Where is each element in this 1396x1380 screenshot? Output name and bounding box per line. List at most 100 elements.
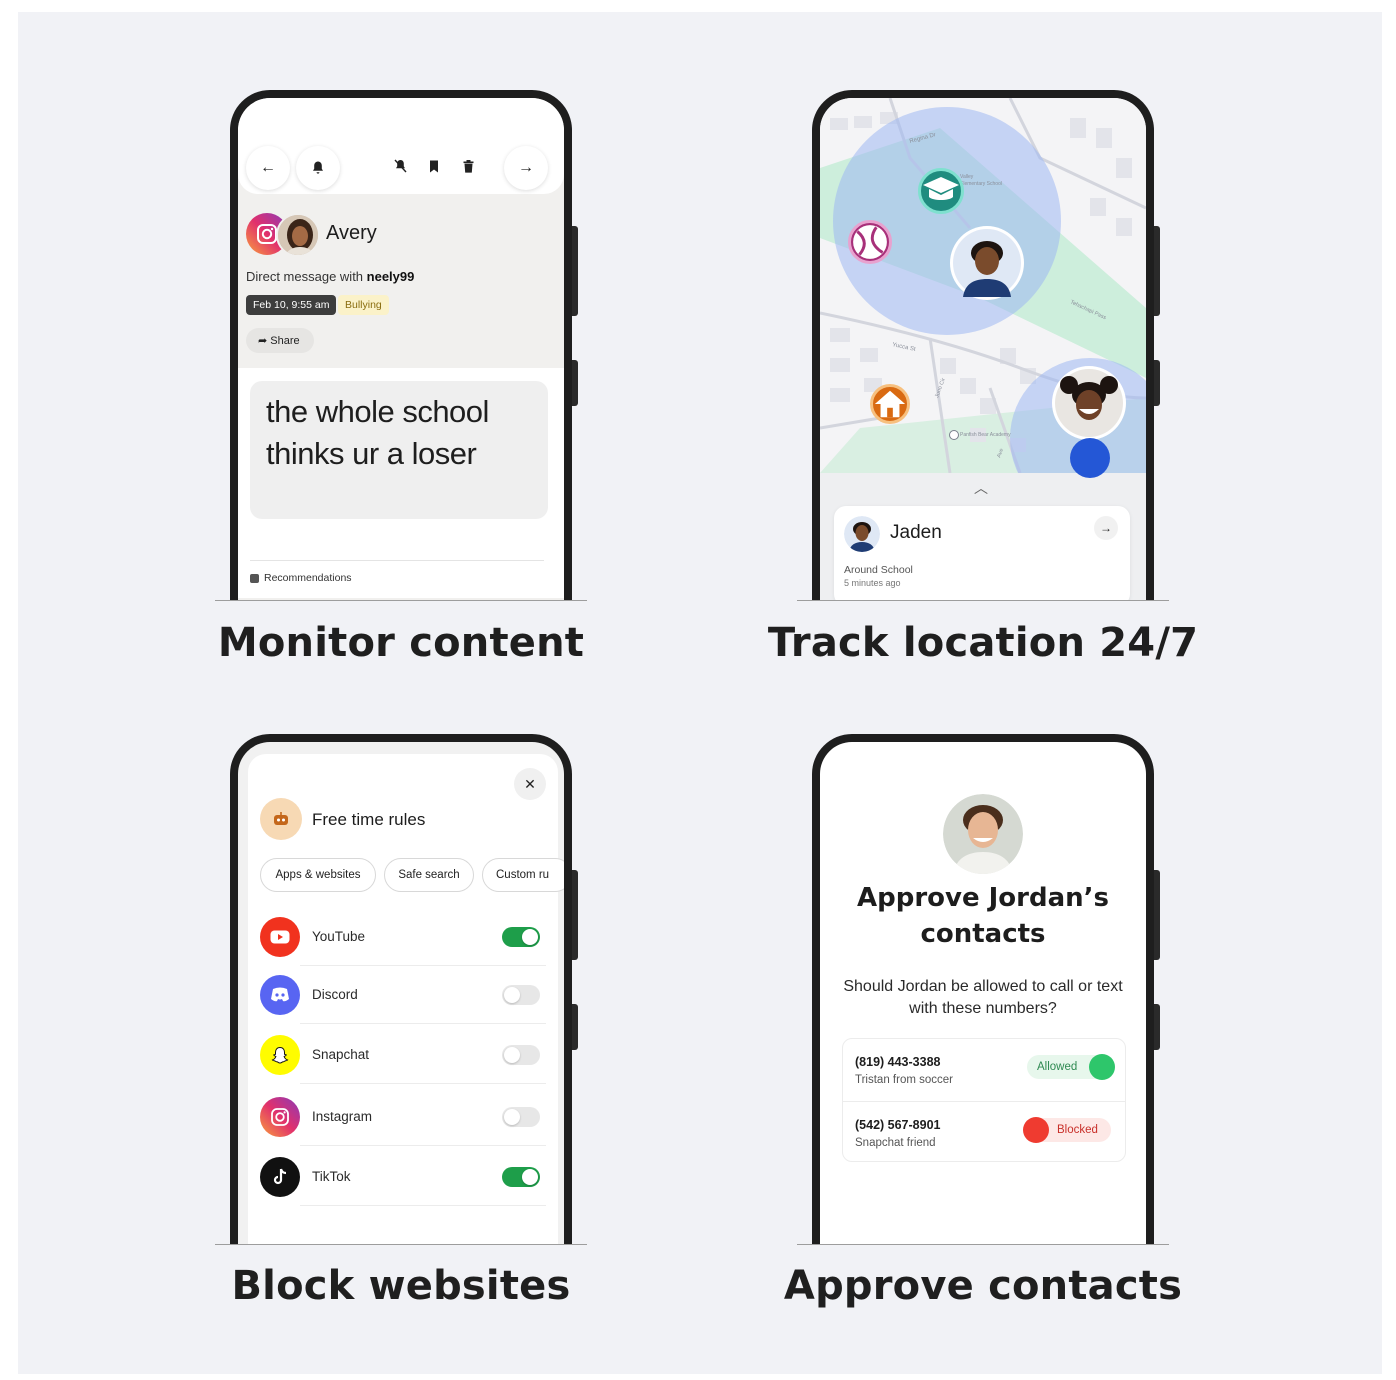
location-map[interactable]: Regina Dr Yucca St Valley Elementary Sch… <box>820 98 1146 478</box>
jordan-avatar <box>943 794 1023 874</box>
phone-approve-contacts: Approve Jordan’s contacts Should Jordan … <box>812 734 1160 1244</box>
phone-track-location: Regina Dr Yucca St Valley Elementary Sch… <box>812 90 1160 600</box>
close-icon: ✕ <box>524 775 536 792</box>
share-icon: ➦ <box>258 335 271 347</box>
bookmark-icon <box>430 160 438 172</box>
message-toolbar: ← → <box>238 98 564 194</box>
svg-text:Valley: Valley <box>960 174 974 180</box>
sheet-title: Free time rules <box>312 810 426 829</box>
tab-safe-search[interactable]: Safe search <box>384 858 474 892</box>
trash-icon <box>463 159 473 173</box>
robot-icon <box>260 798 302 840</box>
block-screen: ✕ Free time rules Apps & websites Safe s… <box>238 742 564 1244</box>
recommendations-link[interactable]: Recommendations <box>250 572 352 584</box>
chevron-up-icon[interactable]: ︿ <box>974 478 988 498</box>
svg-text:Elementary School: Elementary School <box>960 181 1002 187</box>
status-label: Blocked <box>1057 1124 1098 1136</box>
avery-avatar <box>276 213 320 257</box>
blocked-toggle[interactable]: Blocked <box>1023 1117 1111 1143</box>
baseline <box>797 1244 1169 1245</box>
home-pin-icon[interactable] <box>870 384 910 424</box>
app-name: Snapchat <box>312 1047 370 1062</box>
caption-approve-contacts: Approve contacts <box>783 1263 1183 1309</box>
baseline <box>215 600 587 601</box>
contact-label: Tristan from soccer <box>855 1074 953 1086</box>
contact-list: (819) 443-3388 Tristan from soccer Allow… <box>842 1038 1126 1162</box>
close-button[interactable]: ✕ <box>514 768 546 800</box>
sender-avatars <box>246 213 326 257</box>
map-location-dot <box>949 430 959 440</box>
dm-username: neely99 <box>366 269 415 284</box>
recommendations-label: Recommendations <box>264 572 352 584</box>
toggle-knob <box>504 1109 520 1125</box>
tiktok-toggle[interactable] <box>502 1167 540 1187</box>
contact-row: (819) 443-3388 Tristan from soccer Allow… <box>843 1039 1125 1101</box>
contact-name: Avery <box>326 222 377 244</box>
app-row-discord: Discord <box>260 966 546 1024</box>
child-location-card[interactable]: Jaden → Around School 5 minutes ago <box>834 506 1130 600</box>
contact-label: Snapchat friend <box>855 1137 936 1149</box>
child-map-avatar[interactable] <box>1052 366 1126 440</box>
current-place: Around School <box>844 564 913 576</box>
contact-number: (819) 443-3388 <box>855 1055 941 1069</box>
canvas-background <box>18 12 1382 1374</box>
mute-button[interactable] <box>388 154 412 178</box>
tiktok-icon <box>260 1157 300 1197</box>
bookmark-button[interactable] <box>422 154 446 178</box>
share-label: Share <box>270 335 300 347</box>
tab-custom-rules[interactable]: Custom ru <box>482 858 564 892</box>
discord-icon <box>260 975 300 1015</box>
mute-icon <box>393 159 407 173</box>
bell-icon <box>313 161 323 174</box>
recommendations-icon <box>250 573 259 583</box>
phone-block-websites: ✕ Free time rules Apps & websites Safe s… <box>230 734 578 1244</box>
school-pin-icon[interactable] <box>918 168 964 214</box>
toggle-knob <box>522 929 538 945</box>
snapchat-icon <box>260 1035 300 1075</box>
bell-button[interactable] <box>296 146 340 190</box>
caption-block-websites: Block websites <box>231 1263 571 1309</box>
open-details-button[interactable]: → <box>1094 516 1118 540</box>
svg-text:Panfish Bear Academy: Panfish Bear Academy <box>960 432 1011 438</box>
location-screen: Regina Dr Yucca St Valley Elementary Sch… <box>820 98 1146 600</box>
last-updated: 5 minutes ago <box>844 578 901 588</box>
caption-monitor-content: Monitor content <box>217 620 585 666</box>
flagged-message-bubble: the whole school thinks ur a loser <box>250 381 548 519</box>
back-arrow-icon: ← <box>260 159 276 176</box>
share-button[interactable]: ➦ Share <box>246 328 314 353</box>
app-name: TikTok <box>312 1169 351 1184</box>
discord-toggle[interactable] <box>502 985 540 1005</box>
contacts-screen: Approve Jordan’s contacts Should Jordan … <box>820 742 1146 1244</box>
phone-monitor-content: ← → Avery Direct message with neely99 Fe… <box>230 90 578 600</box>
status-label: Allowed <box>1037 1061 1078 1073</box>
child-name: Jaden <box>890 522 942 543</box>
app-row-snapchat: Snapchat <box>260 1026 546 1084</box>
instagram-toggle[interactable] <box>502 1107 540 1127</box>
sports-pin-icon[interactable] <box>848 220 892 264</box>
app-row-tiktok: TikTok <box>260 1148 546 1206</box>
free-time-rules-sheet: ✕ Free time rules Apps & websites Safe s… <box>248 754 564 1244</box>
allowed-dot <box>1089 1054 1115 1080</box>
allowed-toggle[interactable]: Allowed <box>1027 1054 1115 1080</box>
snapchat-toggle[interactable] <box>502 1045 540 1065</box>
dm-prefix: Direct message with <box>246 269 367 284</box>
bullying-tag: Bullying <box>338 295 389 315</box>
tab-apps-websites[interactable]: Apps & websites <box>260 858 376 892</box>
instagram-icon <box>260 1097 300 1137</box>
forward-arrow-icon: → <box>518 159 534 176</box>
baseline <box>215 1244 587 1245</box>
jaden-map-avatar[interactable] <box>950 226 1024 300</box>
toggle-knob <box>522 1169 538 1185</box>
back-arrow-button[interactable]: ← <box>246 146 290 190</box>
forward-arrow-button[interactable]: → <box>504 146 548 190</box>
youtube-toggle[interactable] <box>502 927 540 947</box>
delete-button[interactable] <box>456 154 480 178</box>
secondary-pin-icon[interactable] <box>1070 438 1110 478</box>
arrow-right-icon: → <box>1100 521 1112 535</box>
approve-title: Approve Jordan’s contacts <box>856 883 1110 949</box>
baseline <box>797 600 1169 601</box>
app-name: Discord <box>312 987 358 1002</box>
message-date-badge: Feb 10, 9:55 am <box>246 295 337 315</box>
divider <box>250 560 544 561</box>
blocked-dot <box>1023 1117 1049 1143</box>
